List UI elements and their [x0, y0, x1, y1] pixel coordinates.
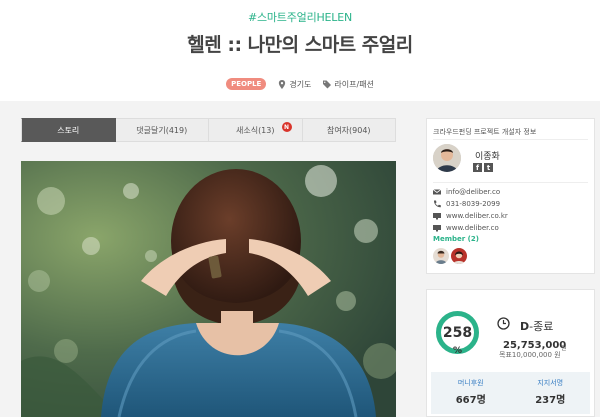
percent-symbol: % — [452, 346, 463, 356]
clock-icon — [497, 317, 510, 330]
supporter-stats: 머니후원 667명 지지서명 237명 — [431, 372, 590, 414]
stat-money-backers: 머니후원 667명 — [431, 372, 511, 414]
location-meta: 경기도 — [278, 79, 311, 90]
tab-news[interactable]: 새소식(13) N — [209, 118, 303, 142]
phone-row: 031-8039-2099 — [433, 199, 588, 208]
tab-participants-label: 참여자(904) — [326, 125, 371, 135]
dday-status: D-종료 — [520, 318, 553, 334]
member-avatar[interactable] — [433, 248, 449, 264]
project-meta: PEOPLE 경기도 라이프/패션 — [0, 77, 600, 91]
category-text: 라이프/패션 — [334, 79, 374, 89]
project-hashtag[interactable]: #스마트주얼리HELEN — [0, 9, 600, 25]
divider — [433, 182, 588, 183]
people-badge[interactable]: PEOPLE — [226, 78, 267, 90]
tab-news-label: 새소식(13) — [235, 125, 275, 135]
dday-label: D — [520, 320, 530, 333]
location-text: 경기도 — [289, 79, 312, 89]
tab-participants[interactable]: 참여자(904) — [302, 118, 396, 142]
stat-value: 667명 — [455, 395, 486, 406]
tab-comments[interactable]: 댓글달기(419) — [115, 118, 209, 142]
funding-status-panel: 258 % D-종료 25,753,000 원 목표10,000,000 원 머… — [426, 289, 595, 417]
amount-unit: 원 — [561, 345, 567, 352]
location-pin-icon — [279, 79, 286, 89]
story-photo — [21, 161, 396, 417]
creator-info-heading: 크라우드펀딩 프로젝트 개설자 정보 — [433, 128, 537, 136]
creator-avatar[interactable] — [433, 144, 461, 172]
monitor-icon — [433, 212, 441, 219]
tab-comments-label: 댓글달기(419) — [136, 125, 188, 135]
stat-signatures: 지지서명 237명 — [511, 372, 591, 414]
social-links: f t — [473, 163, 493, 172]
creator-info-panel: 크라우드펀딩 프로젝트 개설자 정보 이종화 f t info@deliber.… — [426, 118, 595, 274]
email-text[interactable]: info@deliber.co — [446, 188, 500, 196]
goal-amount: 목표10,000,000 원 — [499, 351, 561, 359]
member-avatar[interactable] — [451, 248, 467, 264]
website-row-1: www.deliber.co.kr — [433, 211, 588, 220]
creator-name: 이종화 — [475, 152, 500, 162]
website-row-2: www.deliber.co — [433, 223, 588, 232]
new-badge: N — [281, 122, 292, 132]
website-link-2[interactable]: www.deliber.co — [446, 224, 499, 232]
email-row: info@deliber.co — [433, 187, 588, 196]
project-header: #스마트주얼리HELEN 헬렌 :: 나만의 스마트 주얼리 PEOPLE 경기… — [0, 0, 600, 101]
member-avatars — [433, 248, 467, 264]
funding-percent: 258 — [442, 325, 473, 341]
divider — [433, 139, 588, 140]
twitter-icon[interactable]: t — [484, 163, 493, 172]
stat-value: 237명 — [535, 395, 566, 406]
woman-back-photo — [21, 161, 396, 417]
phone-icon — [433, 200, 441, 207]
monitor-icon — [433, 224, 441, 231]
dday-state: -종료 — [529, 320, 554, 333]
website-link-1[interactable]: www.deliber.co.kr — [446, 212, 508, 220]
tab-story[interactable]: 스토리 — [21, 118, 116, 142]
tab-story-label: 스토리 — [57, 125, 80, 135]
page-title: 헬렌 :: 나만의 스마트 주얼리 — [187, 34, 413, 56]
mail-icon — [433, 188, 441, 194]
facebook-icon[interactable]: f — [473, 163, 482, 172]
stat-label: 머니후원 — [457, 379, 484, 387]
project-tabs: 스토리 댓글달기(419) 새소식(13) N 참여자(904) — [21, 118, 396, 142]
phone-text: 031-8039-2099 — [446, 199, 501, 208]
stat-label: 지지서명 — [537, 379, 564, 387]
member-label: Member (2) — [433, 235, 479, 243]
tag-icon — [323, 80, 332, 88]
category-meta: 라이프/패션 — [323, 79, 374, 90]
